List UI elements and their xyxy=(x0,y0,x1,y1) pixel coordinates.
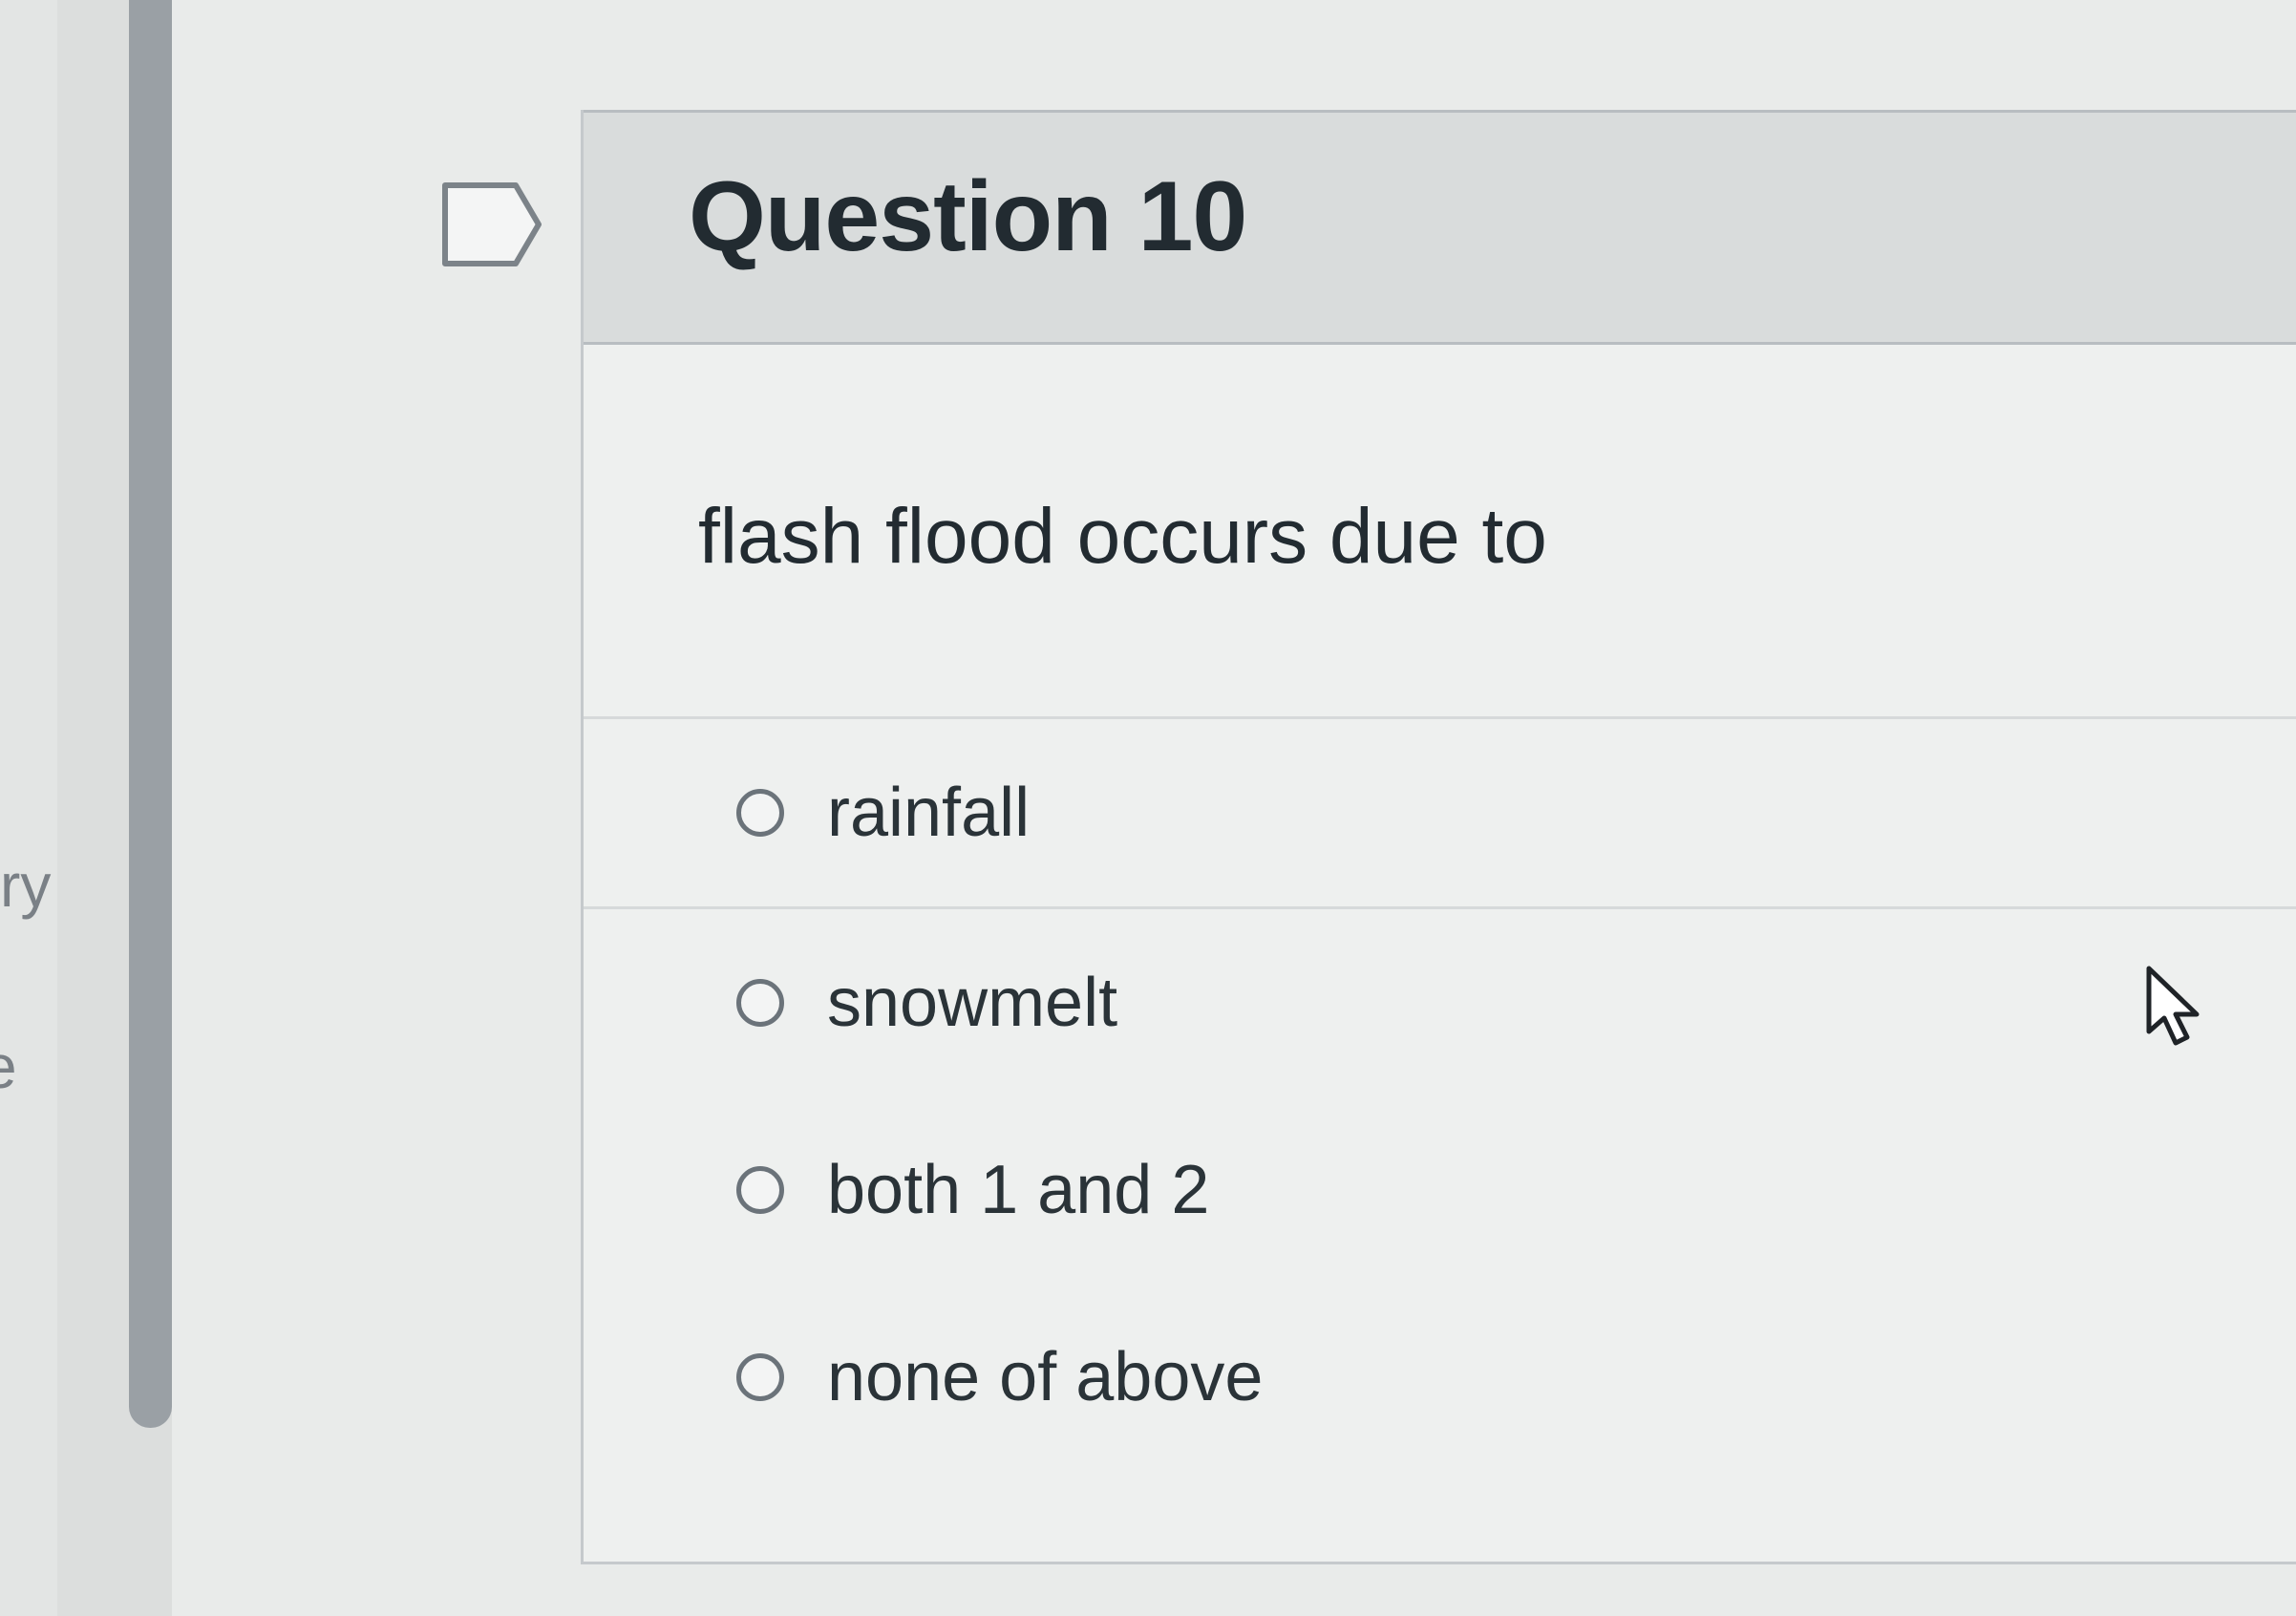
radio-button[interactable] xyxy=(736,1166,784,1214)
answer-label[interactable]: rainfall xyxy=(827,774,1030,852)
question-header: Question 10 xyxy=(584,110,2296,345)
answer-option-both[interactable]: both 1 and 2 xyxy=(584,1096,2296,1284)
question-title: Question 10 xyxy=(689,161,1247,272)
radio-button[interactable] xyxy=(736,979,784,1027)
radio-button[interactable] xyxy=(736,1353,784,1401)
answer-label[interactable]: both 1 and 2 xyxy=(827,1151,1209,1229)
question-card: Question 10 flash flood occurs due to ra… xyxy=(581,110,2296,1564)
answer-list: rainfall snowmelt both 1 and 2 none of a… xyxy=(584,716,2296,1471)
sidebar-fragment-text[interactable]: e xyxy=(0,1036,17,1097)
pointer-arrow-icon xyxy=(2146,966,2200,1046)
sidebar-fragment-text[interactable]: ry xyxy=(0,855,51,916)
answer-option-rainfall[interactable]: rainfall xyxy=(584,716,2296,906)
flag-bookmark-icon[interactable] xyxy=(441,181,544,267)
question-text: flash flood occurs due to xyxy=(698,493,1547,580)
scrollbar-thumb[interactable] xyxy=(129,0,172,1428)
radio-button[interactable] xyxy=(736,789,784,837)
answer-label[interactable]: snowmelt xyxy=(827,964,1117,1042)
answer-label[interactable]: none of above xyxy=(827,1338,1263,1416)
answer-option-none[interactable]: none of above xyxy=(584,1284,2296,1471)
answer-option-snowmelt[interactable]: snowmelt xyxy=(584,906,2296,1096)
